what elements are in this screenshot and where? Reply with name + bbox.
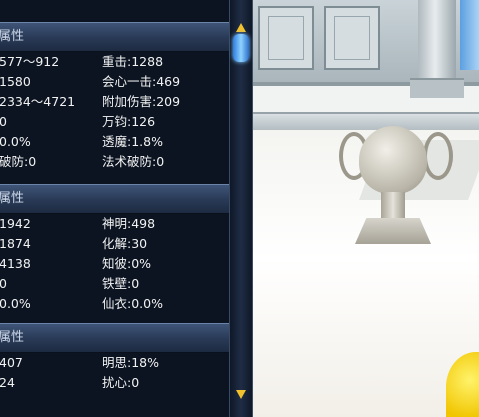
- special-rows: 407 明思:18% 24 扰心:0: [0, 353, 229, 393]
- section-header-defense: 属性: [0, 184, 229, 214]
- stat-row: 破防:0 法术破防:0: [0, 152, 229, 172]
- urn-foot: [355, 218, 431, 244]
- stat-row: 1580 会心一击:469: [0, 72, 229, 92]
- attack-rows: 577～912 重击:1288 1580 会心一击:469 2334～4721 …: [0, 52, 229, 172]
- stat-value: 1874: [0, 236, 31, 251]
- stat-value: 知彼:0%: [102, 256, 152, 271]
- stat-row: 0 万钧:126: [0, 112, 229, 132]
- attribute-list[interactable]: 属性 577～912 重击:1288 1580 会心一击:469 2334～47…: [0, 0, 229, 417]
- arrow-down-icon[interactable]: [235, 388, 247, 400]
- stat-row: 1942 神明:498: [0, 214, 229, 234]
- stat-row: 407 明思:18%: [0, 353, 229, 373]
- urn-body: [359, 126, 427, 194]
- section-title: 属性: [0, 29, 25, 44]
- stat-value: 透魔:1.8%: [102, 134, 163, 149]
- stat-value: 24: [0, 375, 15, 390]
- stat-value: 神明:498: [102, 216, 156, 231]
- urn-neck: [381, 192, 405, 222]
- arrow-up-icon[interactable]: [235, 22, 247, 34]
- stat-value: 明思:18%: [102, 355, 159, 370]
- stat-row: 1874 化解:30: [0, 234, 229, 254]
- stat-value: 重击:1288: [102, 54, 164, 69]
- stat-row: 0.0% 透魔:1.8%: [0, 132, 229, 152]
- stat-value: 1580: [0, 74, 31, 89]
- stat-value: 0: [0, 114, 7, 129]
- game-scene: [250, 0, 479, 417]
- stat-row: 24 扰心:0: [0, 373, 229, 393]
- stat-value: 仙衣:0.0%: [102, 296, 163, 311]
- stat-value: 407: [0, 355, 23, 370]
- stat-value: 铁壁:0: [102, 276, 140, 291]
- stat-value: 会心一击:469: [102, 74, 181, 89]
- blue-gem-icon[interactable]: [233, 34, 249, 62]
- stat-value: 4138: [0, 256, 31, 271]
- stat-row: 0.0% 仙衣:0.0%: [0, 294, 229, 314]
- blue-pole: [460, 0, 479, 70]
- stat-value: 0: [0, 276, 7, 291]
- stat-value: 破防:0: [0, 154, 37, 169]
- stat-row: 577～912 重击:1288: [0, 52, 229, 72]
- stat-value: 化解:30: [102, 236, 148, 251]
- stat-value: 万钧:126: [102, 114, 156, 129]
- stat-value: 0.0%: [0, 134, 31, 149]
- stat-value: 法术破防:0: [102, 154, 165, 169]
- stat-value: 2334～4721: [0, 94, 76, 109]
- stat-row: 2334～4721 附加伤害:209: [0, 92, 229, 112]
- attribute-panel: 属性 577～912 重击:1288 1580 会心一击:469 2334～47…: [0, 0, 253, 417]
- wall-panel: [324, 6, 380, 70]
- stat-value: 扰心:0: [102, 375, 140, 390]
- urn-handle: [423, 132, 453, 180]
- stat-row: 0 铁壁:0: [0, 274, 229, 294]
- stat-value: 附加伤害:209: [102, 94, 181, 109]
- stat-value: 0.0%: [0, 296, 31, 311]
- pillar-base: [410, 78, 464, 98]
- section-header-special: 属性: [0, 323, 229, 353]
- stat-row: 4138 知彼:0%: [0, 254, 229, 274]
- wall-panel: [258, 6, 314, 70]
- stone-urn: [339, 118, 453, 258]
- section-header-attack: 属性: [0, 22, 229, 52]
- stat-value: 577～912: [0, 54, 60, 69]
- section-title: 属性: [0, 191, 25, 206]
- defense-rows: 1942 神明:498 1874 化解:30 4138 知彼:0% 0 铁壁:0…: [0, 214, 229, 314]
- stat-value: 1942: [0, 216, 31, 231]
- scrollbar[interactable]: [229, 0, 252, 417]
- section-title: 属性: [0, 330, 25, 345]
